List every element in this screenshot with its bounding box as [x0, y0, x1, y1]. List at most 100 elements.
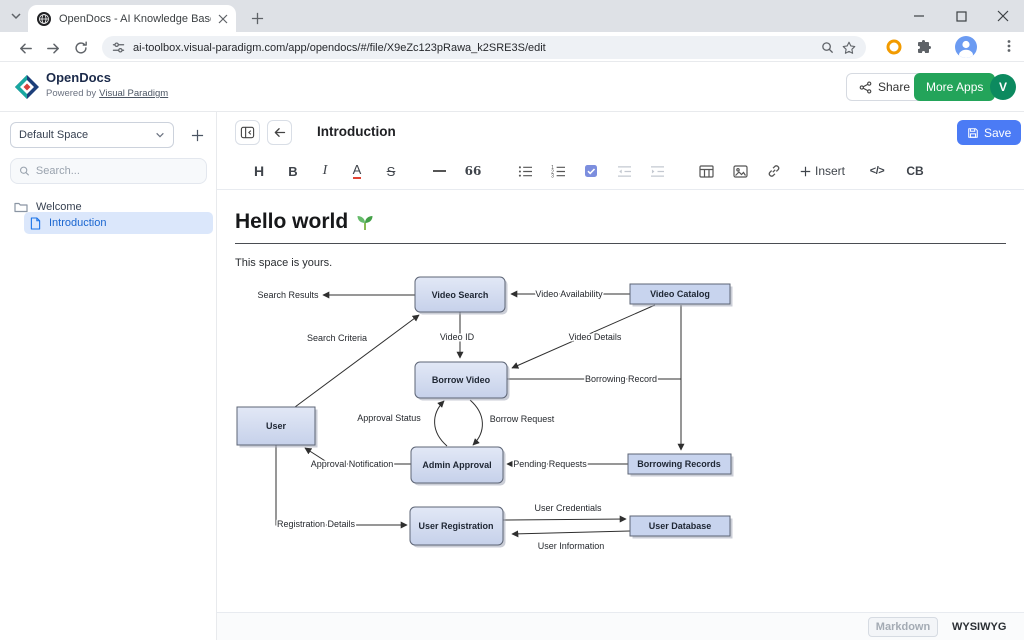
- browser-window: OpenDocs - AI Knowledge Base: [0, 0, 1024, 640]
- insert-button[interactable]: Insert: [800, 159, 845, 183]
- node-label: User: [266, 421, 287, 431]
- node-user-registration: User Registration: [410, 507, 506, 548]
- task-list-button[interactable]: [579, 159, 603, 183]
- extensions-puzzle-icon[interactable]: [916, 39, 932, 55]
- folder-icon: [14, 201, 28, 213]
- edge-label: Video Availability: [535, 289, 603, 299]
- more-apps-button[interactable]: More Apps: [914, 73, 995, 101]
- image-icon: [733, 165, 748, 178]
- table-button[interactable]: [694, 159, 718, 183]
- link-icon: [767, 164, 781, 178]
- chevron-down-icon: [155, 130, 165, 140]
- svg-text:3: 3: [551, 173, 554, 177]
- maximize-icon: [956, 11, 967, 22]
- plus-icon: [191, 129, 204, 142]
- document-content[interactable]: Hello world This space is yours.: [217, 190, 1024, 612]
- visual-paradigm-link[interactable]: Visual Paradigm: [99, 88, 168, 99]
- image-button[interactable]: [728, 159, 752, 183]
- strikethrough-button[interactable]: S: [379, 159, 403, 183]
- wysiwyg-mode-button[interactable]: WYSIWYG: [946, 617, 1012, 637]
- edge-user-credentials: [503, 519, 626, 520]
- app-title: OpenDocs: [46, 70, 111, 85]
- site-settings-icon[interactable]: [112, 41, 125, 54]
- arrow-left-icon: [17, 40, 34, 57]
- page-title: Introduction: [317, 124, 396, 139]
- browser-tab[interactable]: OpenDocs - AI Knowledge Base: [28, 5, 236, 32]
- tab-close-button[interactable]: [218, 14, 228, 24]
- horizontal-rule-button[interactable]: [427, 159, 451, 183]
- bold-button[interactable]: B: [281, 159, 305, 183]
- outdent-button[interactable]: [612, 159, 636, 183]
- node-video-catalog: Video Catalog: [630, 284, 733, 307]
- code-block-button[interactable]: CB: [903, 159, 927, 183]
- extension-orange-icon[interactable]: [886, 39, 902, 55]
- url-text[interactable]: ai-toolbox.visual-paradigm.com/app/opend…: [133, 42, 813, 54]
- edge-label: Search Results: [257, 290, 319, 300]
- link-button[interactable]: [762, 159, 786, 183]
- embedded-diagram[interactable]: Video Search Video Catalog Borrow Video: [235, 274, 1006, 567]
- inline-code-button[interactable]: </>: [865, 159, 889, 183]
- chevron-down-icon: [10, 10, 22, 22]
- font-color-button[interactable]: A: [345, 159, 369, 183]
- heading-button[interactable]: H: [247, 159, 271, 183]
- bullet-list-button[interactable]: [513, 159, 537, 183]
- dfd-diagram-svg: Video Search Video Catalog Borrow Video: [235, 274, 775, 562]
- edge-label: Approval Notification: [311, 459, 394, 469]
- indent-icon: [650, 165, 665, 178]
- sidebar-search[interactable]: [10, 158, 207, 184]
- back-button[interactable]: [14, 37, 36, 59]
- doc-back-button[interactable]: [267, 120, 292, 145]
- share-button[interactable]: Share: [846, 73, 923, 101]
- heading-divider: [235, 243, 1006, 244]
- new-tab-button[interactable]: [246, 7, 268, 29]
- search-input[interactable]: [36, 165, 198, 177]
- add-page-button[interactable]: [184, 122, 210, 148]
- editor-pane: Introduction Save H B I A S 66 123: [217, 112, 1024, 640]
- user-avatar[interactable]: V: [990, 74, 1016, 100]
- insert-label: Insert: [815, 164, 845, 178]
- italic-button[interactable]: I: [313, 159, 337, 183]
- forward-button[interactable]: [42, 37, 64, 59]
- sidebar-item-introduction[interactable]: Introduction: [24, 212, 213, 234]
- edge-label: Registration Details: [277, 519, 356, 529]
- reload-icon: [73, 40, 89, 56]
- numbered-list-button[interactable]: 123: [546, 159, 570, 183]
- sidebar-item-label: Introduction: [49, 217, 106, 229]
- node-label: User Database: [649, 521, 712, 531]
- address-bar[interactable]: ai-toolbox.visual-paradigm.com/app/opend…: [102, 36, 866, 59]
- edge-approval-status: [435, 401, 447, 446]
- table-icon: [699, 165, 714, 178]
- close-window-button[interactable]: [982, 0, 1024, 32]
- blockquote-button[interactable]: 66: [461, 159, 485, 183]
- minimize-button[interactable]: [898, 0, 940, 32]
- editor-toolbar: H B I A S 66 123: [217, 152, 1024, 190]
- node-label: Video Search: [432, 290, 489, 300]
- markdown-mode-button[interactable]: Markdown: [868, 617, 938, 637]
- space-selector[interactable]: Default Space: [10, 122, 174, 148]
- edge-label: Borrowing Record: [585, 374, 657, 384]
- node-label: Borrowing Records: [637, 459, 721, 469]
- node-borrow-video: Borrow Video: [415, 362, 510, 401]
- numbered-list-icon: 123: [551, 165, 566, 178]
- save-button[interactable]: Save: [957, 120, 1021, 145]
- powered-by-prefix: Powered by: [46, 88, 96, 99]
- indent-button[interactable]: [645, 159, 669, 183]
- font-color-label: A: [353, 163, 362, 179]
- zoom-icon[interactable]: [821, 41, 834, 54]
- browser-menu-button[interactable]: [1002, 39, 1016, 53]
- browser-profile-avatar[interactable]: [954, 35, 978, 59]
- share-icon: [859, 81, 872, 94]
- collapse-sidebar-button[interactable]: [235, 120, 260, 145]
- space-selector-value: Default Space: [19, 129, 88, 141]
- window-controls: [898, 0, 1024, 32]
- document-heading: Hello world: [235, 210, 1006, 234]
- maximize-button[interactable]: [940, 0, 982, 32]
- reload-button[interactable]: [70, 37, 92, 59]
- edge-borrow-request: [470, 400, 482, 445]
- tab-search-button[interactable]: [6, 6, 26, 26]
- edge-search-criteria: [295, 315, 419, 407]
- bookmark-star-icon[interactable]: [842, 41, 856, 55]
- edge-label: Pending Requests: [513, 459, 587, 469]
- tab-title: OpenDocs - AI Knowledge Base: [59, 13, 211, 25]
- arrow-right-icon: [45, 40, 62, 57]
